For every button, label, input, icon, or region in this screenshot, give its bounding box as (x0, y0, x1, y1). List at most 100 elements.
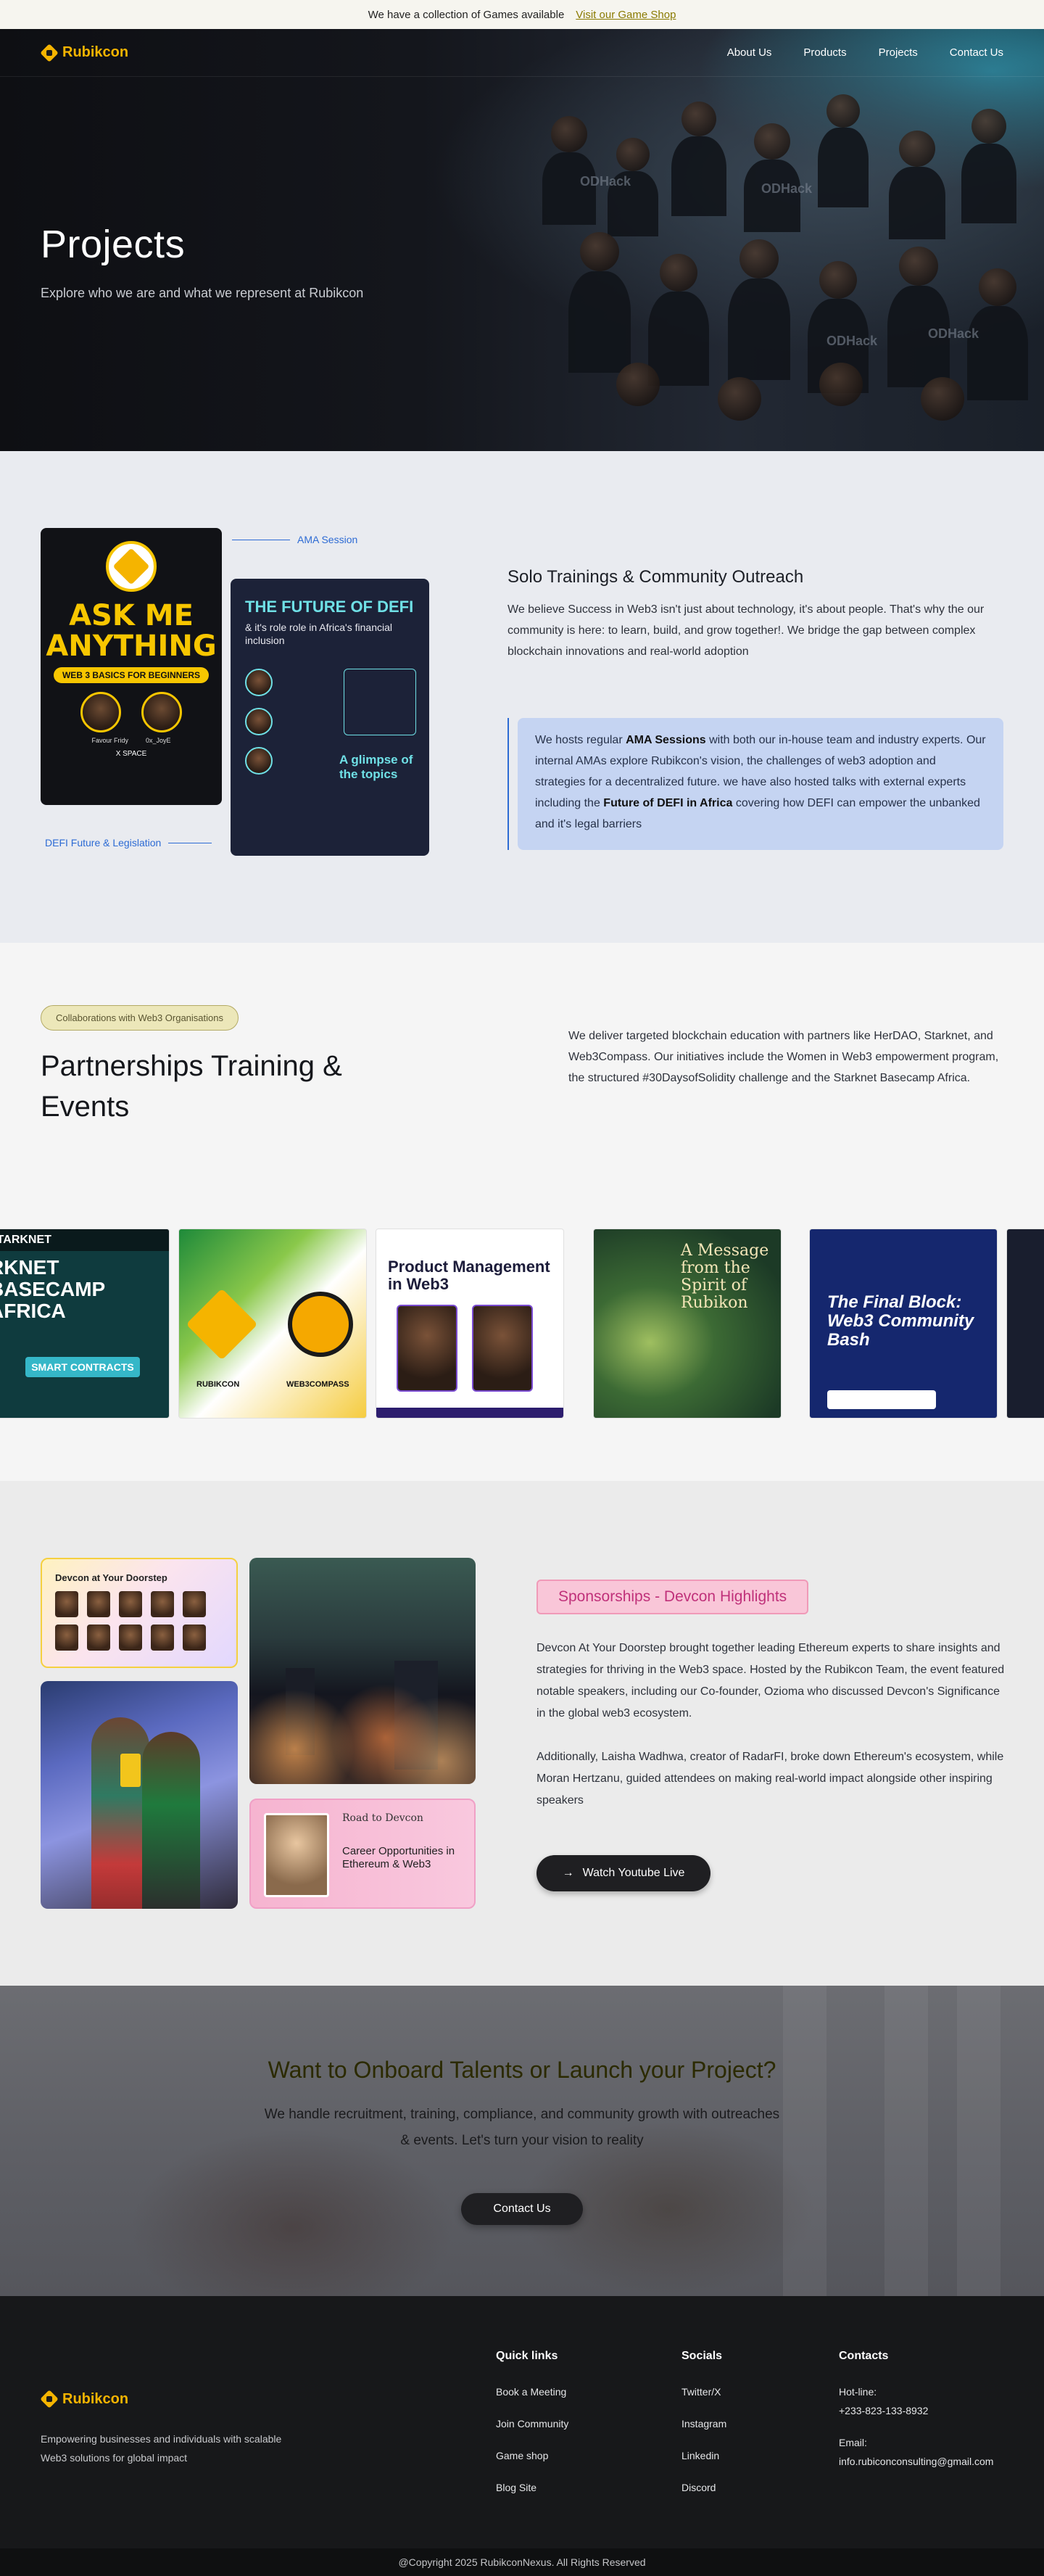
card-footer-bar (376, 1408, 563, 1418)
card-community-bash[interactable]: The Final Block: Web3 Community Bash (809, 1229, 998, 1419)
card-partial[interactable] (1006, 1229, 1044, 1419)
contact-email[interactable]: info.rubiconconsulting@gmail.com (839, 2456, 993, 2467)
rubikcon-logo-icon (41, 2390, 58, 2408)
starknet-header: STARKNET (0, 1229, 169, 1251)
card-product-management[interactable]: Product Management in Web3 (376, 1229, 564, 1419)
defi-event-info (344, 669, 416, 735)
footer-contacts: Contacts Hot-line: +233-823-133-8932 Ema… (839, 2350, 993, 2488)
link-twitter[interactable]: Twitter/X (682, 2386, 726, 2398)
link-book-meeting[interactable]: Book a Meeting (496, 2386, 568, 2398)
brand-logo[interactable]: Rubikcon (41, 44, 128, 62)
footer-quick-links: Quick links Book a Meeting Join Communit… (496, 2350, 568, 2514)
card-rubikcon-web3compass[interactable]: RUBIKCON WEB3COMPASS (178, 1229, 367, 1419)
ama-host-names: Favour Fridy 0x_JoyE (91, 737, 170, 744)
link-blog-site[interactable]: Blog Site (496, 2482, 568, 2493)
compass-logo-icon (288, 1292, 353, 1357)
watch-youtube-label: Watch Youtube Live (582, 1867, 685, 1879)
email-label: Email: (839, 2437, 867, 2448)
ama-poster: ASK ME ANYTHING WEB 3 BASICS FOR BEGINNE… (41, 528, 222, 805)
pm-title: Product Management in Web3 (388, 1258, 550, 1293)
ama-quote-box: We hosts regular AMA Sessions with both … (518, 718, 1003, 850)
solo-trainings-section: ASK ME ANYTHING WEB 3 BASICS FOR BEGINNE… (0, 451, 1044, 943)
bash-title: The Final Block: Web3 Community Bash (827, 1292, 974, 1350)
hero-crowd-photo: ODHack ODHack ODHack ODHack (522, 73, 1044, 450)
devcon-paragraph: Devcon At Your Doorstep brought together… (536, 1642, 1005, 1720)
cta-section: Want to Onboard Talents or Launch your P… (0, 1986, 1044, 2296)
hotline-label: Hot-line: (839, 2386, 877, 2398)
defi-glimpse: A glimpse of the topics (339, 753, 413, 781)
devcon-photo-title: Devcon at Your Doorstep (55, 1572, 167, 1583)
devcon-text: Devcon At Your Doorstep brought together… (536, 1638, 1005, 1812)
sponsor-strip (827, 1390, 936, 1409)
link-linkedin[interactable]: Linkedin (682, 2450, 726, 2461)
speaker-avatar (245, 708, 273, 735)
cta-text: We handle recruitment, training, complia… (264, 2107, 780, 2148)
starknet-smart-contracts: SMART CONTRACTS (25, 1357, 140, 1377)
cta-heading: Want to Onboard Talents or Launch your P… (268, 2057, 776, 2083)
ama-poster-title: ASK ME ANYTHING (46, 599, 217, 663)
ama-poster-hosts (80, 692, 182, 732)
footer-logo[interactable]: Rubikcon (41, 2390, 128, 2408)
watch-youtube-button[interactable]: → Watch Youtube Live (536, 1855, 710, 1891)
host-name: Favour Fridy (91, 737, 128, 744)
defi-poster-title: THE FUTURE OF DEFI (245, 598, 414, 616)
defi-poster-subtitle: & it's role role in Africa's financial i… (245, 622, 392, 646)
footer: Rubikcon Empowering businesses and indiv… (0, 2296, 1044, 2548)
partnerships-heading: Partnerships Training & Events (41, 1050, 342, 1123)
footer-tagline: Empowering businesses and individuals wi… (41, 2433, 282, 2464)
host-name: 0x_JoyE (145, 737, 171, 744)
hero: ODHack ODHack ODHack ODHack Rubikcon About … (0, 29, 1044, 451)
solo-heading: Solo Trainings & Community Outreach (508, 567, 804, 587)
ama-quote: We hosts regular AMA Sessions with both … (508, 718, 1003, 850)
host-avatar (80, 692, 121, 732)
nav-links: About Us Products Projects Contact Us (727, 46, 1003, 59)
nav-products[interactable]: Products (803, 46, 846, 59)
web3compass-label: WEB3COMPASS (286, 1380, 349, 1389)
speaker-photo (264, 1813, 329, 1897)
card-spirit-of-rubikon[interactable]: A Message from the Spirit of Rubikon (593, 1229, 782, 1419)
copyright-text: @Copyright 2025 RubikconNexus. All Right… (398, 2556, 646, 2568)
link-discord[interactable]: Discord (682, 2482, 726, 2493)
host-avatar (141, 692, 182, 732)
poster-logo-badge (106, 541, 157, 592)
link-join-community[interactable]: Join Community (496, 2418, 568, 2430)
defi-poster: THE FUTURE OF DEFI & it's role role in A… (231, 579, 429, 856)
partner-carousel[interactable]: STARKNET RKNET BASECAMP AFRICA SMART CON… (0, 1229, 1044, 1420)
cta-contact-button[interactable]: Contact Us (461, 2193, 583, 2225)
footer-brand-name: Rubikcon (62, 2390, 129, 2407)
road-to-devcon-label: Road to Devcon (342, 1812, 423, 1824)
solo-lead: We believe Success in Web3 isn't just ab… (508, 603, 985, 658)
link-game-shop[interactable]: Game shop (496, 2450, 568, 2461)
quick-links-title: Quick links (496, 2350, 558, 2362)
partnerships-section: Collaborations with Web3 Organisations P… (0, 943, 1044, 1481)
devcon-section: Devcon at Your Doorstep Road to Devcon C… (0, 1481, 1044, 1986)
devcon-paragraph: Additionally, Laisha Wadhwa, creator of … (536, 1751, 1004, 1807)
road-to-devcon-title: Career Opportunities in Ethereum & Web3 (342, 1845, 455, 1870)
game-shop-link[interactable]: Visit our Game Shop (576, 9, 676, 21)
rubikcon-logo-icon (41, 44, 58, 62)
speaker-grid (55, 1591, 206, 1651)
quote-bar (508, 718, 509, 850)
nav-contact-us[interactable]: Contact Us (950, 46, 1003, 59)
ama-poster-meta: X SPACE (115, 750, 147, 758)
speaker-photo (472, 1305, 533, 1392)
hotline-number[interactable]: +233-823-133-8932 (839, 2405, 993, 2416)
callout-ama-label: AMA Session (297, 534, 358, 545)
starknet-title: RKNET BASECAMP AFRICA (0, 1256, 105, 1322)
link-instagram[interactable]: Instagram (682, 2418, 726, 2430)
rubikcon-logo-icon (186, 1288, 258, 1361)
footer-socials: Socials Twitter/X Instagram Linkedin Dis… (682, 2350, 726, 2514)
quote-bold: Future of DEFI in Africa (603, 797, 733, 809)
nav-about-us[interactable]: About Us (727, 46, 772, 59)
card-starknet-basecamp[interactable]: STARKNET RKNET BASECAMP AFRICA SMART CON… (0, 1229, 170, 1419)
callout-defi: DEFI Future & Legislation (45, 837, 212, 849)
devcon-attendees-photo (41, 1681, 238, 1909)
collaborations-chip: Collaborations with Web3 Organisations (41, 1005, 239, 1031)
hero-subtitle: Explore who we are and what we represent… (41, 286, 364, 300)
spirit-title: A Message from the Spirit of Rubikon (681, 1242, 769, 1312)
road-to-devcon-flyer: Road to Devcon Career Opportunities in E… (249, 1799, 476, 1909)
speaker-avatar (245, 747, 273, 775)
nav-projects[interactable]: Projects (879, 46, 918, 59)
socials-title: Socials (682, 2350, 723, 2362)
announcement-bar: We have a collection of Games available … (0, 0, 1044, 29)
